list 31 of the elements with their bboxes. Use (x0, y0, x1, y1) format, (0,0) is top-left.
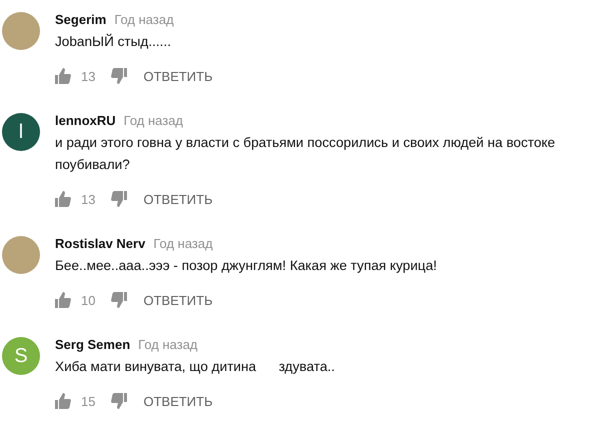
author-name[interactable]: lennoxRU (55, 113, 116, 128)
comment-text: Хиба мати винувата, що дитина здувата.. (55, 358, 336, 376)
avatar-photo-placeholder[interactable] (2, 236, 40, 274)
comment-text: Бее..мее..ааа..эээ - позор джунглям! Какая же тупая курица! (55, 257, 438, 275)
thumbs-up-icon[interactable] (55, 191, 71, 207)
avatar-photo-placeholder[interactable] (2, 12, 40, 50)
thumbs-down-icon[interactable] (111, 393, 128, 409)
thumbs-up-icon[interactable] (55, 393, 71, 409)
reply-button[interactable]: ОТВЕТИТЬ (143, 188, 213, 210)
comment-time[interactable]: Год назад (153, 236, 213, 251)
reply-button[interactable]: ОТВЕТИТЬ (143, 288, 213, 312)
avatar[interactable]: l (2, 113, 40, 151)
comment-time[interactable]: Год назад (124, 113, 184, 128)
reply-button[interactable]: ОТВЕТИТЬ (143, 390, 213, 412)
like-count: 15 (81, 394, 96, 408)
thumbs-up-icon[interactable] (55, 292, 71, 308)
author-name[interactable]: Segerim (55, 12, 106, 27)
thumbs-up-icon[interactable] (55, 68, 71, 84)
comment-time[interactable]: Год назад (138, 337, 198, 352)
author-name[interactable]: Rostislav Nerv (55, 236, 146, 251)
thumbs-down-icon[interactable] (111, 191, 128, 207)
like-count: 10 (81, 292, 96, 308)
comment-time[interactable]: Год назад (114, 12, 174, 27)
thumbs-down-icon[interactable] (111, 292, 128, 308)
reply-button[interactable]: ОТВЕТИТЬ (143, 64, 213, 88)
like-count: 13 (81, 192, 96, 206)
comment-text: и ради этого говна у власти с братьями поссорились и своих людей на востоке поубивали? (55, 134, 556, 174)
thumbs-down-icon[interactable] (111, 68, 128, 84)
like-count: 13 (81, 68, 96, 84)
author-name[interactable]: Serg Semen (55, 337, 130, 352)
comment-text: JobanЫЙ стыд...... (55, 32, 172, 51)
